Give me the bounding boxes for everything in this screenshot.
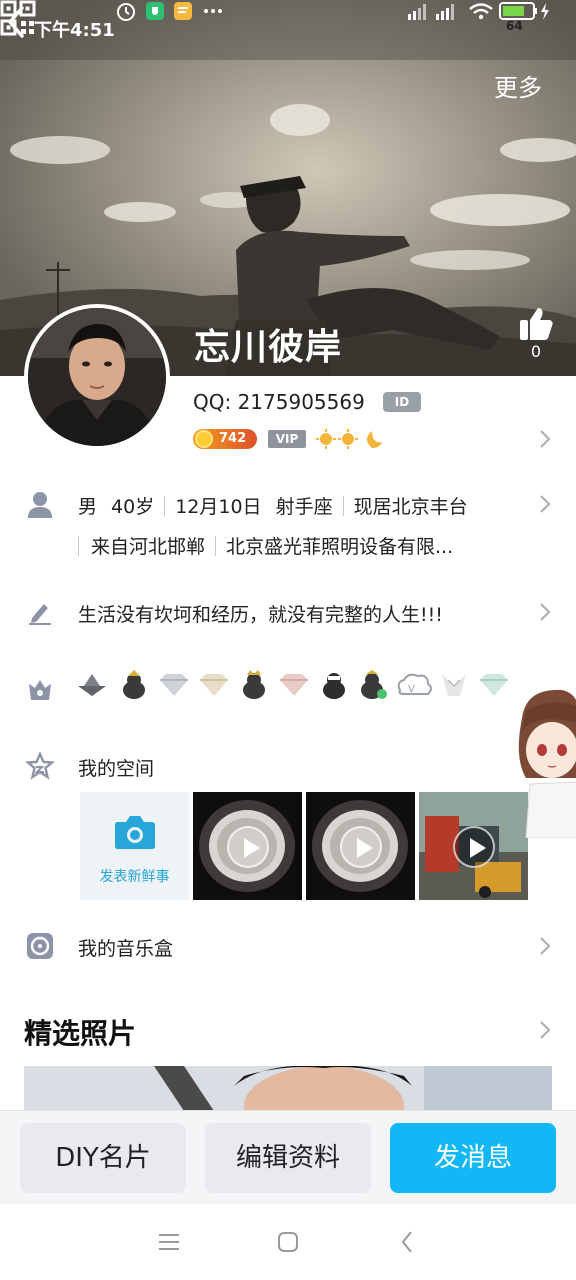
divider [342,496,344,516]
medal-wall-icon [29,680,51,700]
like-button[interactable]: 0 [514,306,558,364]
nickname: 忘川彼岸 [194,327,343,368]
company: 北京盛光菲照明设备有限... [226,536,454,558]
medal-icons-strip[interactable]: V [78,670,518,700]
gender: 男 [78,496,98,518]
more-button[interactable]: 更多 [494,68,542,103]
bottom-action-bar: DIY名片 编辑资料 发消息 [0,1110,576,1204]
divider [78,536,79,556]
coin-icon [195,430,213,448]
avatar-image [28,308,166,446]
camera-icon [115,816,155,849]
diy-card-button[interactable]: DIY名片 [20,1123,186,1193]
qr-code-icon[interactable] [0,0,36,36]
status-notification-icons [117,2,222,21]
profile-details-line-1: 男 40岁 12月10日 射手座 现居北京丰台 [78,492,468,519]
qq-number: QQ: 2175905569 [193,390,365,414]
post-new-feed-tile[interactable]: 发表新鲜事 [80,792,189,900]
zodiac: 射手座 [275,496,333,518]
home-icon[interactable] [277,1231,299,1253]
space-video-thumb[interactable] [306,792,415,900]
mascot-character[interactable] [496,688,576,838]
person-icon [28,492,52,518]
system-navigation-bar [0,1204,576,1280]
status-bar: 下午4:51 64 [0,0,576,56]
play-icon [453,826,495,868]
post-new-feed-label: 发表新鲜事 [99,869,170,885]
send-message-button[interactable]: 发消息 [390,1123,556,1193]
back-icon[interactable] [400,1230,414,1254]
play-icon [227,826,269,868]
menu-icon[interactable] [158,1232,180,1252]
divider [164,496,166,516]
profile-details-line-2: 来自河北邯郸 北京盛光菲照明设备有限... [78,532,453,559]
music-disc-icon [27,933,53,959]
qq-level-badge[interactable]: 742 [193,429,257,449]
svg-text:V: V [408,684,415,695]
chevron-right-icon[interactable] [539,1020,551,1040]
battery-level: 64 [506,19,523,33]
star-space-icon [26,752,54,780]
mascot-image [518,689,576,838]
thumbs-up-icon [520,308,553,340]
space-video-thumb[interactable] [193,792,302,900]
qq-level-value: 742 [219,431,247,446]
birthday: 12月10日 [175,496,262,518]
level-sun-moon-icons [316,429,382,449]
signature-text[interactable]: 生活没有坎坷和经历，就没有完整的人生!!! [78,600,443,627]
vip-badge[interactable]: VIP [268,430,306,448]
divider [215,536,217,556]
id-badge[interactable]: ID [383,392,421,412]
play-icon [340,826,382,868]
status-system-icons [408,2,549,20]
chevron-right-icon[interactable] [539,429,551,449]
featured-photos-title[interactable]: 精选照片 [24,1012,136,1052]
space-thumbnails: 发表新鲜事 [80,792,528,900]
chevron-right-icon[interactable] [539,494,551,514]
age: 40岁 [111,496,155,518]
like-count: 0 [530,342,542,361]
music-box-title[interactable]: 我的音乐盒 [78,934,173,961]
chevron-right-icon[interactable] [539,936,551,956]
status-time: 下午4:51 [34,20,115,41]
edit-profile-button[interactable]: 编辑资料 [205,1123,371,1193]
avatar[interactable] [24,304,170,450]
current-location: 现居北京丰台 [353,496,468,518]
profile-screen: 下午4:51 64 更多 忘川彼岸 0 QQ: 2175905569 ID 74… [0,0,576,1280]
my-space-title[interactable]: 我的空间 [78,754,154,781]
hometown: 来自河北邯郸 [91,536,206,558]
chevron-right-icon[interactable] [539,602,551,622]
pencil-icon [29,604,51,625]
